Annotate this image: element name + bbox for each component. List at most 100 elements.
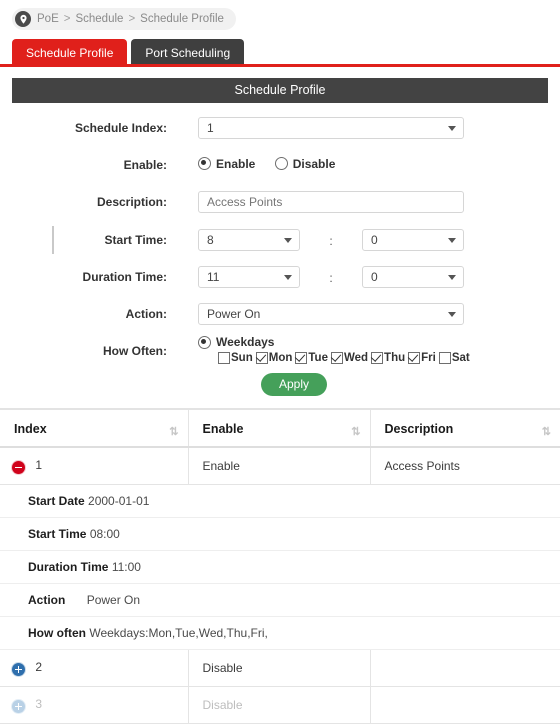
tab-port-scheduling[interactable]: Port Scheduling — [131, 39, 245, 67]
description-label: Description: — [96, 195, 167, 209]
expand-plus-icon[interactable] — [12, 663, 25, 676]
duration-time-hour-select[interactable]: 11 — [198, 266, 300, 288]
panel-title: Schedule Profile — [12, 78, 548, 103]
cell-index: 3 — [0, 686, 189, 724]
start-time-accent-bar — [52, 226, 54, 254]
table-row[interactable]: 1 Enable Access Points — [0, 447, 560, 485]
column-header-enable[interactable]: Enable ⇅ — [188, 410, 371, 448]
description-input[interactable] — [198, 191, 464, 213]
apply-button[interactable]: Apply — [260, 373, 328, 396]
detail-key-start-time: Start Time — [28, 527, 87, 541]
weekdays-label: Weekdays — [216, 335, 275, 350]
detail-key-how-often: How often — [28, 626, 86, 640]
sort-updown-icon[interactable]: ⇅ — [169, 425, 178, 438]
checkbox-sat-icon[interactable] — [438, 351, 451, 364]
detail-row-start-date: Start Date 2000-01-01 — [0, 484, 560, 518]
tab-underline — [0, 64, 560, 67]
breadcrumb-item-schedule-profile[interactable]: Schedule Profile — [140, 13, 224, 25]
collapse-minus-icon[interactable] — [12, 461, 25, 474]
tab-bar: Schedule Profile Port Scheduling — [0, 39, 560, 67]
radio-disable-icon[interactable] — [274, 157, 288, 171]
detail-row-how-often: How often Weekdays:Mon,Tue,Wed,Thu,Fri, — [0, 616, 560, 650]
breadcrumb-separator: > — [63, 13, 71, 25]
form-row-how-often: How Often: Weekdays Sun Mon Tue Wed Thu … — [12, 335, 548, 364]
how-often-label: How Often: — [103, 344, 167, 358]
breadcrumb-item-schedule[interactable]: Schedule — [75, 13, 123, 25]
day-checkbox-mon[interactable]: Mon — [255, 351, 292, 364]
sort-updown-icon[interactable]: ⇅ — [351, 425, 360, 438]
start-time-minute-value: 0 — [371, 233, 378, 247]
cell-index: 1 — [0, 447, 189, 485]
radio-weekdays-icon[interactable] — [198, 335, 211, 349]
weekday-checkbox-group: Sun Mon Tue Wed Thu Fri Sat — [218, 351, 473, 364]
schedule-index-control: 1 — [198, 117, 464, 139]
day-checkbox-sun[interactable]: Sun — [218, 351, 253, 364]
tab-schedule-profile[interactable]: Schedule Profile — [12, 39, 128, 67]
form-row-start-time: Start Time: 8 : 0 — [12, 226, 548, 254]
enable-control: Enable Disable — [198, 157, 351, 174]
start-time-hour-select[interactable]: 8 — [198, 229, 300, 251]
day-label-fri: Fri — [421, 351, 436, 364]
day-label-tue: Tue — [308, 351, 328, 364]
column-header-enable-label: Enable — [202, 422, 244, 436]
day-label-sun: Sun — [231, 351, 253, 364]
cell-description: Access Points — [370, 447, 560, 485]
day-checkbox-thu[interactable]: Thu — [371, 351, 405, 364]
form-row-enable: Enable: Enable Disable — [12, 154, 548, 176]
cell-enable: Disable — [188, 686, 371, 724]
checkbox-wed-icon[interactable] — [330, 351, 343, 364]
column-header-description[interactable]: Description ⇅ — [370, 410, 560, 448]
radio-enable-icon[interactable] — [198, 157, 211, 171]
chevron-down-icon — [448, 238, 456, 243]
table-row[interactable]: 2 Disable — [0, 649, 560, 687]
duration-time-minute-value: 0 — [371, 270, 378, 284]
enable-radio-enable[interactable]: Enable — [198, 157, 271, 171]
form-row-schedule-index: Schedule Index: 1 — [12, 117, 548, 139]
chevron-down-icon — [448, 275, 456, 280]
sort-updown-icon[interactable]: ⇅ — [542, 425, 551, 438]
cell-description — [370, 649, 560, 687]
chevron-down-icon — [448, 126, 456, 131]
checkbox-tue-icon[interactable] — [295, 351, 308, 364]
schedule-profile-form: Schedule Index: 1 Enable: Enable Disable — [12, 103, 548, 396]
checkbox-thu-icon[interactable] — [371, 351, 384, 364]
day-checkbox-sat[interactable]: Sat — [438, 351, 470, 364]
expand-plus-icon[interactable] — [12, 700, 25, 713]
start-time-minute-select[interactable]: 0 — [362, 229, 464, 251]
action-value: Power On — [207, 307, 261, 321]
detail-value-how-often: Weekdays:Mon,Tue,Wed,Thu,Fri, — [89, 626, 268, 640]
schedule-index-select[interactable]: 1 — [198, 117, 464, 139]
day-checkbox-tue[interactable]: Tue — [295, 351, 328, 364]
action-select[interactable]: Power On — [198, 303, 464, 325]
schedule-table: Index ⇅ Enable ⇅ Description ⇅ 1 Enable … — [0, 410, 560, 724]
breadcrumb-item-poe[interactable]: PoE — [37, 13, 59, 25]
day-label-wed: Wed — [343, 351, 369, 364]
enable-radio-disable[interactable]: Disable — [274, 157, 352, 171]
column-header-index[interactable]: Index ⇅ — [0, 410, 189, 448]
column-header-description-label: Description — [384, 422, 454, 436]
checkbox-sun-icon[interactable] — [218, 351, 230, 364]
table-header: Index ⇅ Enable ⇅ Description ⇅ — [0, 410, 560, 448]
checkbox-mon-icon[interactable] — [255, 351, 268, 364]
breadcrumb-separator: > — [128, 13, 136, 25]
form-row-duration-time: Duration Time: 11 : 0 — [12, 266, 548, 288]
cell-description — [370, 686, 560, 724]
location-pin-icon — [15, 11, 31, 27]
table-row[interactable]: 3 Disable — [0, 686, 560, 724]
cell-index: 2 — [0, 649, 189, 687]
how-often-radio-weekdays[interactable]: Weekdays — [198, 335, 274, 349]
detail-value-duration-time: 11:00 — [111, 560, 141, 574]
day-checkbox-wed[interactable]: Wed — [330, 351, 369, 364]
start-time-control: 8 : 0 — [198, 229, 464, 251]
day-checkbox-fri[interactable]: Fri — [408, 351, 436, 364]
duration-time-label: Duration Time: — [82, 270, 167, 284]
row-index-value: 3 — [35, 697, 43, 711]
checkbox-fri-icon[interactable] — [408, 351, 421, 364]
breadcrumb-bar: PoE > Schedule > Schedule Profile — [0, 0, 560, 30]
detail-key-action: Action — [28, 593, 66, 607]
duration-time-separator: : — [329, 270, 333, 285]
detail-value-action: Power On — [86, 593, 141, 607]
duration-time-minute-select[interactable]: 0 — [362, 266, 464, 288]
chevron-down-icon — [448, 312, 456, 317]
row-index-value: 2 — [35, 660, 43, 674]
